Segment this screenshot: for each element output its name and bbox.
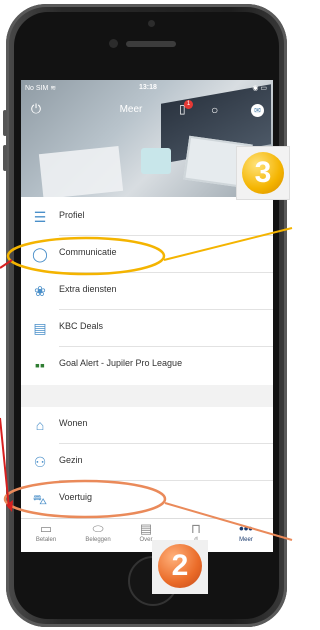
wallet-icon: ▭ [39,521,53,536]
menu-item-label: KBC Deals [59,321,104,331]
clock: 13:18 [139,84,157,91]
tab-meer[interactable]: ••• Meer [225,521,267,551]
cart-icon: ⊓ [190,521,202,536]
section-gap [21,385,273,407]
goal-alert-icon: ▪▪ [35,357,45,373]
cup-image [141,148,171,174]
step-3-callout: 3 [236,146,290,200]
wifi-icon: ≋ [50,85,57,92]
tab-label: Meer [239,537,253,543]
tab-betalen[interactable]: ▭ Betalen [25,521,67,551]
step-number: 3 [242,152,284,194]
document-icon: ▤ [139,521,153,536]
menu-item-communicatie[interactable]: ◯ Communicatie [21,236,273,273]
family-icon: ⚇ [33,454,47,470]
power-icon[interactable]: ⏻ [29,102,43,116]
menu-item-profiel[interactable]: ☰ Profiel [21,199,273,236]
volume-button [3,110,7,136]
menu-item-gezin[interactable]: ⚇ Gezin [21,444,273,481]
menu-item-label: Communicatie [59,247,117,257]
notification-badge: 1 [184,100,193,109]
car-icon: ⛍ [32,491,48,507]
menu-item-wonen[interactable]: ⌂ Wonen [21,407,273,444]
menu-item-kbc-deals[interactable]: ▤ KBC Deals [21,310,273,347]
chat-icon[interactable]: ✉ [251,104,264,117]
tab-label: Betalen [35,537,57,543]
earpiece-speaker [126,41,176,47]
volume-button [3,145,7,171]
menu-item-goal-alert[interactable]: ▪▪ Goal Alert - Jupiler Pro League [21,347,273,384]
menu-item-label: Wonen [59,418,88,428]
more-dots-icon: ••• [239,521,253,536]
menu-item-label: Profiel [59,210,85,220]
menu-item-label: Extra diensten [59,284,117,294]
tab-beleggen[interactable]: ⬭ Beleggen [77,521,119,551]
tab-label: Beleggen [85,537,111,543]
front-camera [148,20,155,27]
search-icon[interactable]: ○ [211,103,225,117]
menu-item-label: Gezin [59,455,83,465]
menu-item-label: Goal Alert - Jupiler Pro League [59,358,183,368]
paper-image [38,145,124,197]
flower-icon: ❀ [34,283,46,299]
menu-item-extra-diensten[interactable]: ❀ Extra diensten [21,273,273,310]
speech-bubble-icon: ◯ [32,246,48,262]
nav-bar: ⏻ Meer ▯ 1 ○ ✉ [21,100,273,122]
page-title: Meer [119,104,143,115]
tab-bar: ▭ Betalen ⬭ Beleggen ▤ Over ⊓ d ••• Meer [21,518,273,552]
carrier-label: No SIM ≋ [25,85,57,92]
step-2-callout: 2 [152,540,208,594]
status-bar: No SIM ≋ 13:18 ◉ ▭ [21,84,273,96]
step-number: 2 [158,544,202,588]
piggy-bank-icon: ⬭ [92,521,104,536]
house-icon: ⌂ [35,417,45,433]
ticket-icon: ▤ [33,320,47,336]
sensor [109,39,118,48]
menu-item-voertuig[interactable]: ⛍ Voertuig [21,481,273,518]
profile-icon: ☰ [33,209,47,225]
menu-item-label: Voertuig [59,492,93,502]
battery-icon: ◉ ▭ [252,85,267,92]
